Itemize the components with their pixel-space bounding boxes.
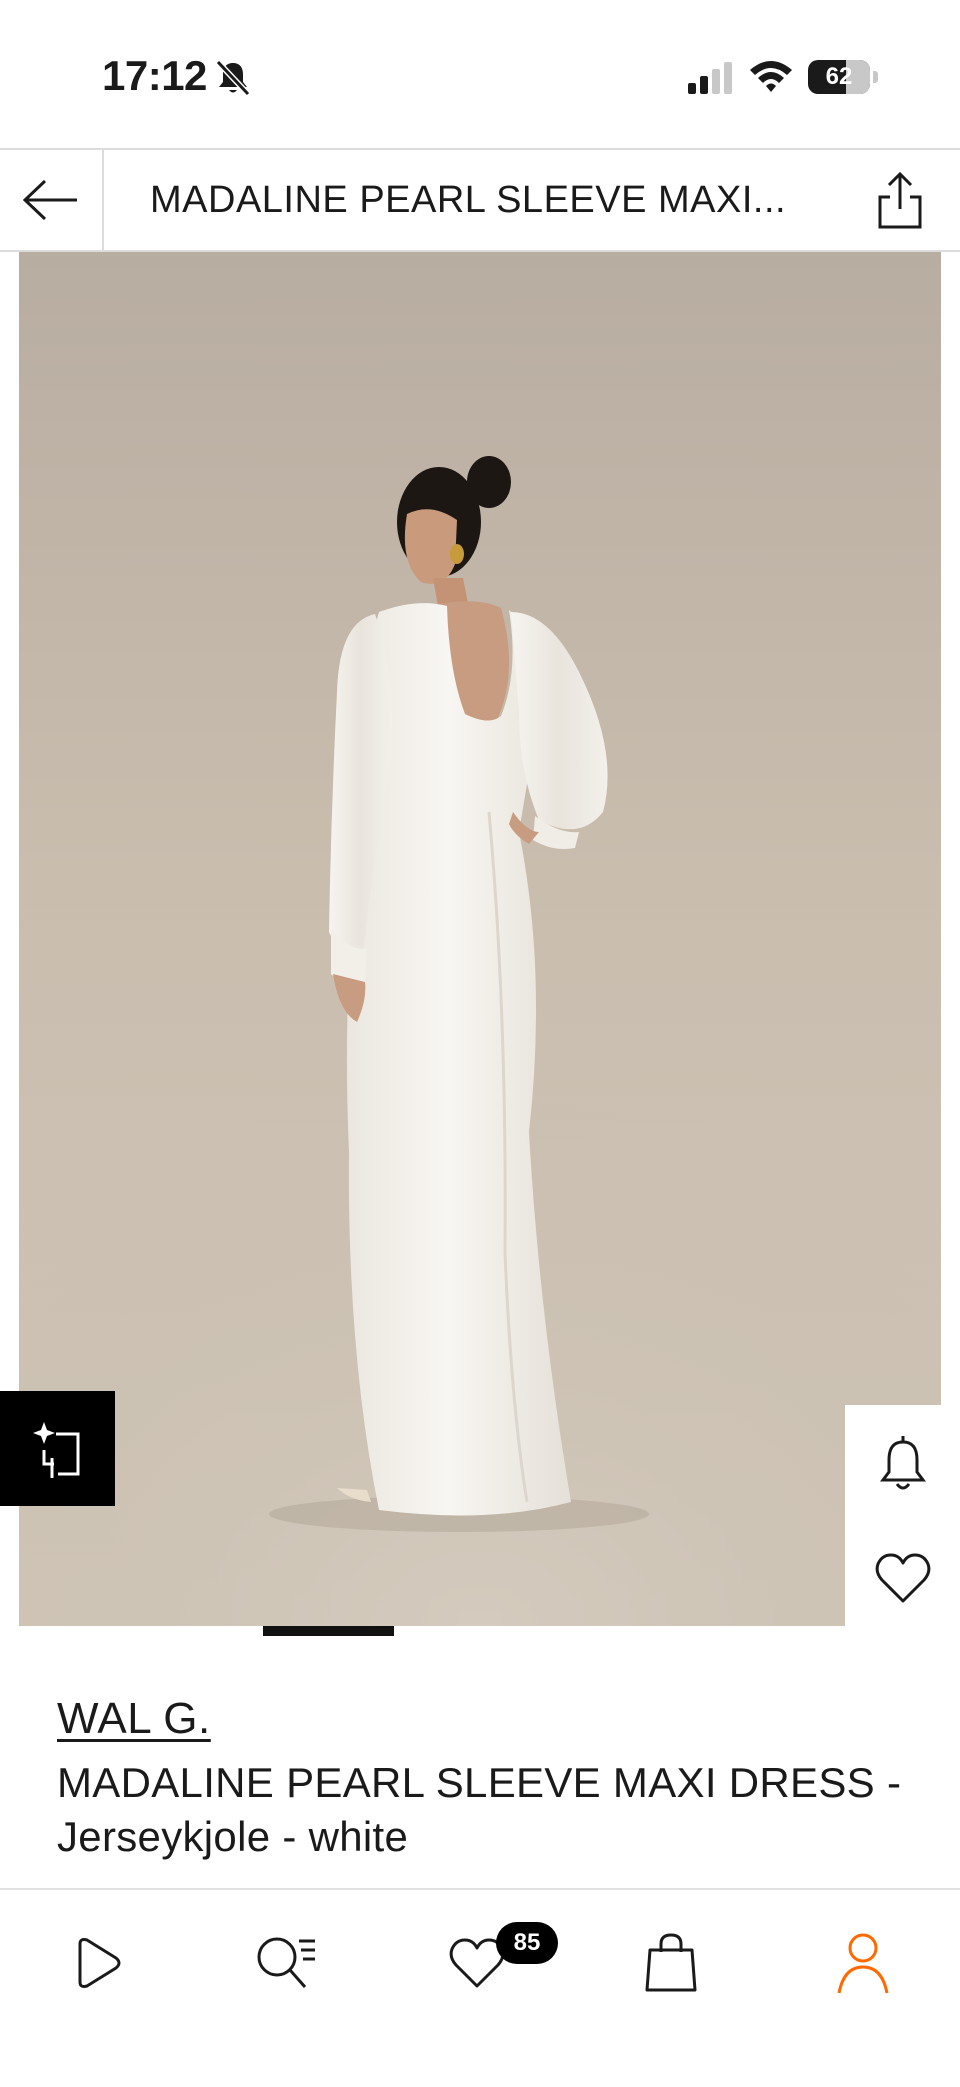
sparkle-crop-icon <box>32 1421 79 1478</box>
notify-button[interactable] <box>845 1405 960 1520</box>
image-side-actions <box>845 1405 960 1635</box>
battery-icon: 62 <box>808 60 878 94</box>
user-icon <box>837 1933 889 1994</box>
back-button[interactable] <box>0 150 104 250</box>
search-list-icon <box>257 1937 315 1988</box>
nav-bag[interactable] <box>616 1908 726 2018</box>
dress-photo <box>19 456 941 1626</box>
cellular-signal-icon <box>688 62 732 94</box>
brand-link[interactable]: WAL G. <box>57 1694 211 1744</box>
heart-icon <box>875 1553 930 1602</box>
favorite-button[interactable] <box>845 1520 960 1635</box>
wishlist-count-badge: 85 <box>496 1922 558 1964</box>
bell-icon <box>879 1435 926 1489</box>
product-name: MADALINE PEARL SLEEVE MAXI DRESS - Jerse… <box>57 1759 902 1860</box>
page-title: MADALINE PEARL SLEEVE MAXI... <box>150 179 787 221</box>
share-button[interactable] <box>870 168 930 232</box>
product-header: MADALINE PEARL SLEEVE MAXI... <box>0 148 960 252</box>
status-bar: 17:12 62 <box>0 0 960 148</box>
find-similar-button[interactable] <box>0 1391 115 1506</box>
carousel-indicator-track <box>19 1626 789 1636</box>
nav-search[interactable] <box>232 1908 342 2018</box>
bell-slash-icon <box>215 59 251 97</box>
shopping-bag-icon <box>645 1933 697 1992</box>
play-icon <box>78 1938 121 1988</box>
status-time: 17:12 <box>102 52 207 99</box>
wifi-icon <box>750 61 792 92</box>
bottom-nav: 85 <box>0 1888 960 2087</box>
carousel-indicator-active <box>263 1626 394 1636</box>
nav-account[interactable] <box>808 1908 918 2018</box>
nav-play[interactable] <box>42 1908 152 2018</box>
arrow-left-icon <box>22 179 77 221</box>
product-image[interactable] <box>19 252 941 1626</box>
share-icon <box>878 171 922 229</box>
battery-percent: 62 <box>825 63 853 90</box>
